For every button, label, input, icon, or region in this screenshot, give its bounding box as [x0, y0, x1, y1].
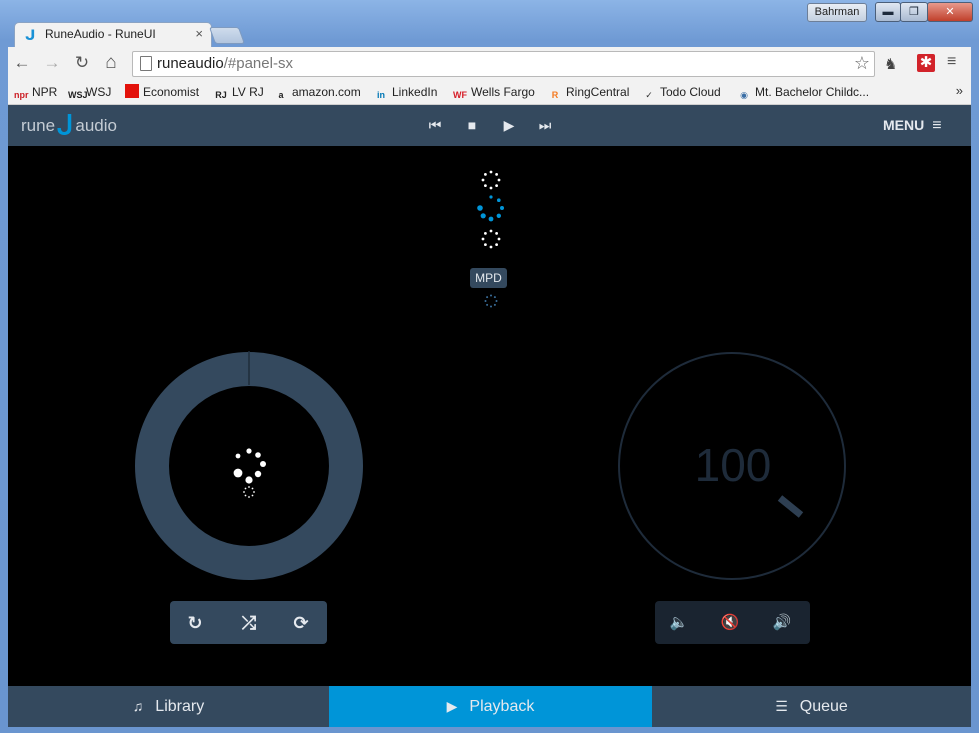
tab-playback-label: Playback [469, 698, 535, 715]
maximize-button[interactable]: ❐ [900, 2, 928, 22]
bookmark-item[interactable]: npr NPR [14, 83, 57, 101]
tab-close-icon[interactable]: × [195, 26, 203, 41]
rune-audio-logo[interactable]: runeᒍ audio [21, 113, 117, 139]
stop-icon[interactable]: ■ [463, 116, 481, 134]
bookmark-favicon-icon: a [278, 90, 284, 100]
url-text: runeaudio/#panel-sx [157, 55, 293, 72]
previous-track-icon[interactable]: ⏮ [426, 116, 444, 134]
list-icon: ☰ [775, 698, 788, 714]
bookmark-favicon-icon: ✓ [645, 90, 653, 100]
shuffle-icon[interactable]: ⤮ [237, 611, 261, 635]
bookmark-item[interactable]: ✓ Todo Cloud [642, 83, 721, 101]
bookmark-favicon-icon: in [377, 90, 385, 100]
bookmark-label: Wells Fargo [471, 85, 535, 99]
volume-up-icon[interactable]: 🔊 [770, 611, 794, 635]
bookmark-favicon-icon: ◉ [740, 90, 748, 100]
extension-icon[interactable]: ♞ [884, 55, 902, 73]
hamburger-icon: ≡ [932, 117, 942, 134]
bookmark-label: LV RJ [232, 85, 264, 99]
tab-library-label: Library [155, 698, 205, 715]
play-icon: ▶ [446, 698, 458, 714]
bookmark-favicon-icon: WSJ [68, 90, 88, 100]
tab-title: RuneAudio - RuneUI [45, 27, 156, 41]
minimize-button[interactable]: ▬ [875, 2, 901, 22]
tab-playback[interactable]: ▶ Playback [329, 686, 652, 727]
play-icon[interactable]: ▶ [500, 116, 518, 134]
app-header: runeᒍ audio ⏮ ■ ▶ ⏭ MENU ≡ [8, 105, 971, 146]
browser-tab[interactable]: ᒍ RuneAudio - RuneUI × [14, 22, 212, 47]
bookmark-label: WSJ [86, 85, 112, 99]
reload-icon[interactable]: ↻ [72, 53, 92, 73]
bookmark-label: RingCentral [566, 85, 630, 99]
bookmark-favicon-icon: R [551, 90, 559, 100]
tab-library[interactable]: ♫ Library [8, 686, 329, 727]
home-icon[interactable]: ⌂ [101, 53, 121, 73]
loading-spinner-icon [481, 170, 501, 190]
close-window-button[interactable]: ✕ [927, 2, 973, 22]
volume-down-icon[interactable]: 🔈 [667, 611, 691, 635]
mpd-badge: MPD [470, 268, 507, 288]
bookmarks-bar: npr NPR WSJWSJ Economist RJ LV RJ a amazon.com i… [8, 80, 971, 105]
next-track-icon[interactable]: ⏭ [536, 116, 554, 134]
bookmark-label: amazon.com [292, 85, 361, 99]
bookmark-favicon-icon: RJ [215, 90, 227, 100]
logo-text-right: audio [75, 116, 117, 135]
bookmark-item[interactable]: a amazon.com [274, 83, 361, 101]
browser-toolbar: ← → ↻ ⌂ runeaudio/#panel-sx ☆ ♞ ✱ ≡ [8, 47, 971, 80]
forward-icon[interactable]: → [42, 53, 62, 73]
mute-icon[interactable]: 🔇 [718, 611, 742, 635]
bookmark-label: Mt. Bachelor Childc... [755, 85, 870, 99]
rune-favicon-icon: ᒍ [25, 27, 36, 43]
bookmark-item[interactable]: WSJWSJ [68, 83, 111, 101]
bookmark-item[interactable]: Economist [125, 83, 199, 101]
bookmark-favicon-icon: WF [453, 90, 467, 100]
bookmark-star-icon[interactable]: ☆ [854, 53, 870, 74]
user-badge[interactable]: Bahrman [807, 3, 867, 22]
bookmarks-overflow-icon[interactable]: » [956, 83, 963, 98]
bookmark-item[interactable]: WF Wells Fargo [453, 83, 535, 101]
repeat-icon[interactable]: ↻ [183, 611, 207, 635]
page-icon [140, 56, 152, 71]
bookmark-label: LinkedIn [392, 85, 438, 99]
bottom-tab-bar: ♫ Library ▶ Playback ☰ Queue [8, 686, 971, 727]
single-repeat-icon[interactable]: ⟳ [289, 611, 313, 635]
loading-spinner-icon [477, 195, 504, 222]
bookmark-favicon-icon: npr [14, 90, 29, 100]
bookmark-item[interactable]: R RingCentral [548, 83, 630, 101]
tab-queue-label: Queue [799, 698, 848, 715]
loading-spinner-icon [481, 229, 501, 249]
bookmark-item[interactable]: in LinkedIn [374, 83, 437, 101]
tab-queue[interactable]: ☰ Queue [652, 686, 971, 727]
logo-text-left: rune [21, 116, 56, 135]
browser-menu-icon[interactable]: ≡ [947, 53, 956, 71]
bookmark-label: NPR [32, 85, 58, 99]
bookmark-item[interactable]: ◉ Mt. Bachelor Childc... [737, 83, 869, 101]
menu-button[interactable]: MENU ≡ [883, 116, 942, 135]
playback-mode-controls: ↻ ⤮ ⟳ [170, 601, 327, 644]
bookmark-favicon-icon [125, 84, 139, 98]
logo-mark-icon: ᒍ [57, 111, 74, 141]
address-bar[interactable]: runeaudio/#panel-sx ☆ [132, 51, 875, 77]
loading-spinner-icon [484, 294, 498, 308]
rune-app: runeᒍ audio ⏮ ■ ▶ ⏭ MENU ≡ MPD 100 ↻ ⤮ ⟳… [8, 105, 971, 727]
volume-value: 100 [694, 439, 772, 491]
back-icon[interactable]: ← [12, 53, 32, 73]
playback-progress-knob[interactable] [134, 351, 364, 581]
new-tab-button[interactable] [208, 27, 246, 44]
bookmark-item[interactable]: RJ LV RJ [214, 83, 264, 101]
bookmark-label: Todo Cloud [660, 85, 721, 99]
music-note-icon: ♫ [132, 698, 144, 714]
lastpass-extension-icon[interactable]: ✱ [917, 54, 935, 72]
bookmark-label: Economist [143, 85, 200, 99]
menu-label: MENU [883, 117, 925, 133]
volume-controls: 🔈 🔇 🔊 [655, 601, 810, 644]
